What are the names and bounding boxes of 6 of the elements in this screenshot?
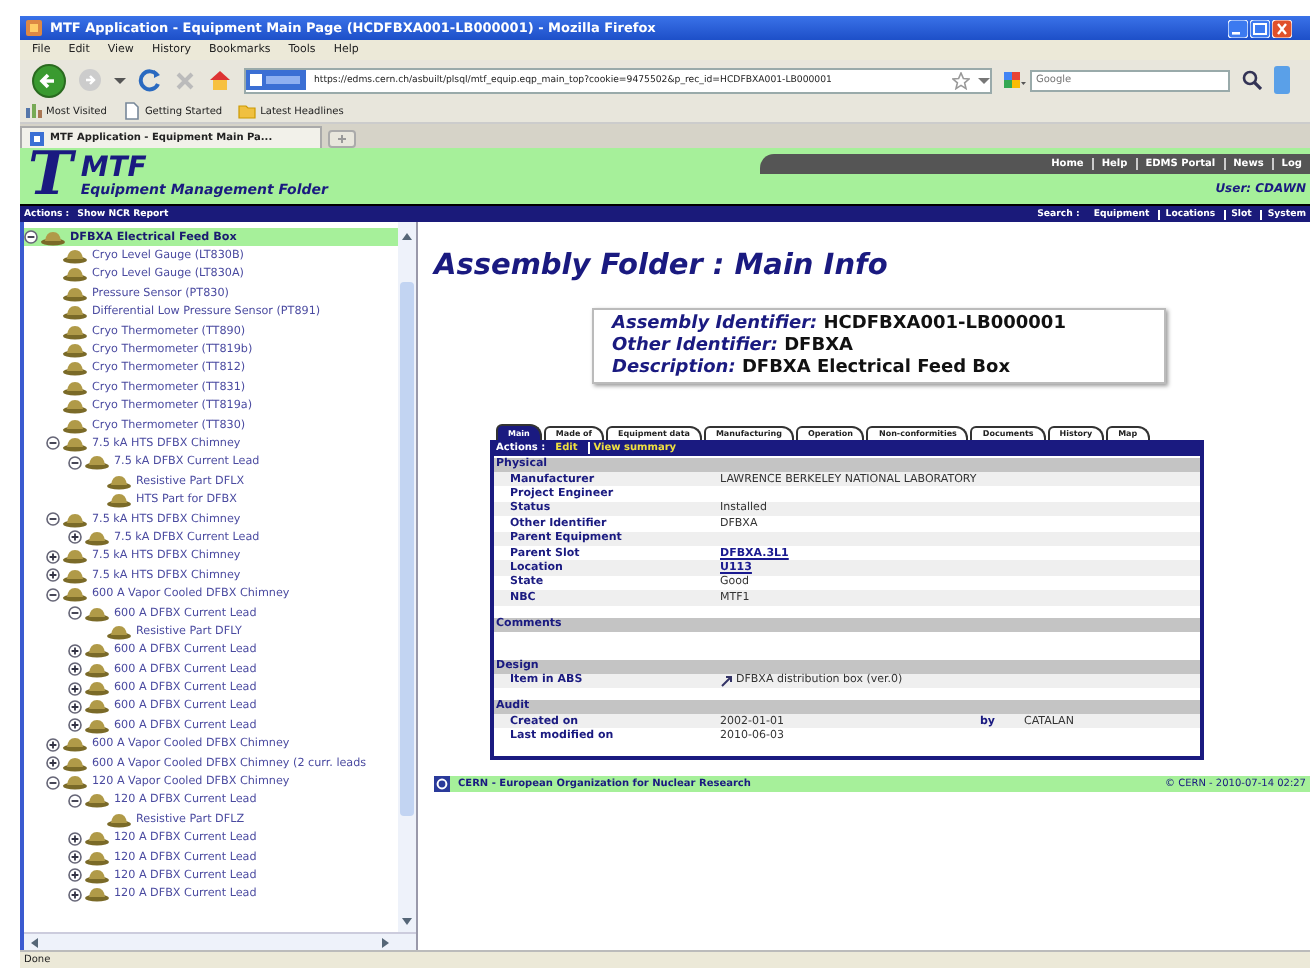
identifier-line: Other Identifier: DFBXA [612, 336, 855, 358]
identifier-line: Assembly Identifier: HCDFBXA001-LB000001 [612, 314, 1068, 336]
page-title: Assembly Folder : Main Info [434, 248, 890, 284]
logo-mark: T [28, 148, 73, 202]
identifier-line: Description: DFBXA Electrical Feed Box [612, 358, 1013, 380]
logo-title: MTF [80, 154, 147, 182]
